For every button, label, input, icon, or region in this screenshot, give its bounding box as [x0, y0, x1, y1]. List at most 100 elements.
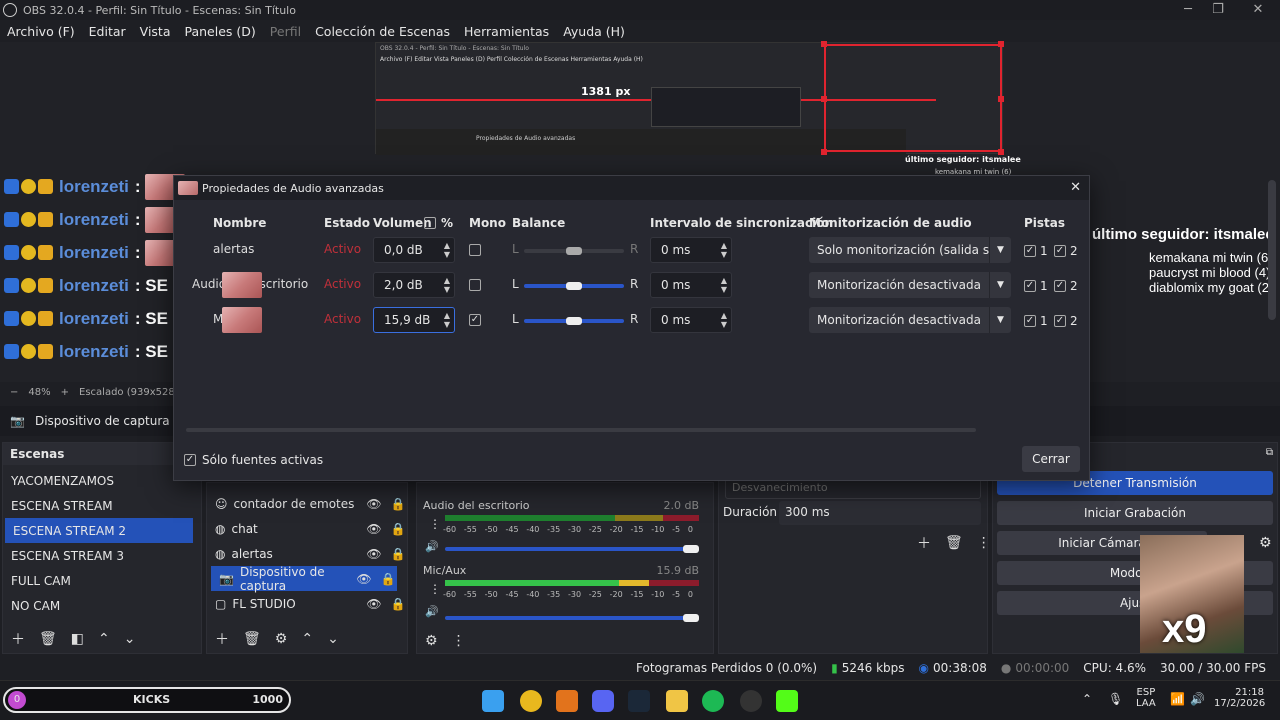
- volume-spinbox[interactable]: 2,0 dB ▲ ▼: [373, 272, 455, 298]
- mono-checkbox[interactable]: [469, 244, 481, 256]
- lock-icon[interactable]: 🔒: [389, 522, 407, 536]
- kebab-icon[interactable]: ⋮: [429, 582, 441, 596]
- eye-icon[interactable]: 👁: [365, 597, 383, 611]
- add-transition-icon[interactable]: ＋: [917, 533, 931, 553]
- discord-icon[interactable]: [592, 690, 614, 712]
- volume-slider[interactable]: [445, 545, 699, 553]
- selection-box[interactable]: [824, 44, 1002, 152]
- track2-checkbox[interactable]: ✓: [1054, 315, 1066, 327]
- scene-item[interactable]: NO CAM: [3, 593, 201, 618]
- menu-paneles[interactable]: Paneles (D): [178, 24, 263, 39]
- delete-transition-icon[interactable]: 🗑: [945, 535, 963, 551]
- only-active-option[interactable]: ✓ Sólo fuentes activas: [184, 453, 323, 467]
- menu-editar[interactable]: Editar: [82, 24, 133, 39]
- mono-checkbox[interactable]: [469, 279, 481, 291]
- only-active-checkbox[interactable]: ✓: [184, 454, 196, 466]
- volume-slider[interactable]: [445, 614, 699, 622]
- add-scene-icon[interactable]: ＋: [11, 629, 25, 649]
- kebab-icon[interactable]: ⋮: [429, 517, 441, 531]
- balance-slider[interactable]: [524, 317, 624, 325]
- monitoring-select[interactable]: Monitorización desactivada ▼: [809, 307, 1011, 333]
- source-item[interactable]: ▢ FL STUDIO 👁 🔒: [207, 591, 407, 616]
- move-down-icon[interactable]: ⌄: [124, 631, 136, 647]
- preview-scrollbar[interactable]: [1268, 180, 1276, 320]
- language-indicator[interactable]: ESP LAA: [1136, 687, 1156, 709]
- balance-knob[interactable]: [566, 282, 582, 290]
- wifi-icon[interactable]: 📶: [1170, 692, 1185, 706]
- kick-icon[interactable]: [776, 690, 798, 712]
- delete-scene-icon[interactable]: 🗑: [39, 631, 57, 647]
- scene-item[interactable]: YACOMENZAMOS: [3, 468, 201, 493]
- dialog-h-scrollbar[interactable]: [186, 428, 976, 432]
- audio-settings-icon[interactable]: ⚙: [425, 633, 438, 649]
- zoom-in-button[interactable]: +: [61, 387, 69, 398]
- speaker-icon[interactable]: 🔊: [425, 540, 439, 553]
- spotify-icon[interactable]: [702, 690, 724, 712]
- spin-arrows-icon[interactable]: ▲ ▼: [444, 241, 450, 259]
- scene-item-selected[interactable]: ESCENA STREAM 2: [5, 518, 193, 543]
- gear-icon[interactable]: ⚙: [1259, 535, 1272, 551]
- windows-start-icon[interactable]: [482, 690, 504, 712]
- maximize-icon[interactable]: ❐: [1210, 2, 1226, 18]
- spin-arrows-icon[interactable]: ▲ ▼: [721, 311, 727, 329]
- kebab-icon[interactable]: ⋮: [452, 633, 466, 649]
- source-item[interactable]: ☺ contador de emotes 👁 🔒: [207, 491, 407, 516]
- clock[interactable]: 21:18 17/2/2026: [1214, 687, 1265, 709]
- menu-archivo[interactable]: Archivo (F): [0, 24, 82, 39]
- sync-spinbox[interactable]: 0 ms ▲ ▼: [650, 237, 732, 263]
- track1-checkbox[interactable]: ✓: [1024, 280, 1036, 292]
- move-down-icon[interactable]: ⌄: [327, 631, 339, 647]
- mono-checkbox[interactable]: ✓: [469, 314, 481, 326]
- add-source-icon[interactable]: ＋: [215, 629, 229, 649]
- move-up-icon[interactable]: ⌃: [301, 631, 313, 647]
- eye-icon[interactable]: 👁: [365, 522, 383, 536]
- balance-knob[interactable]: [566, 247, 582, 255]
- lock-icon[interactable]: 🔒: [389, 497, 407, 511]
- gear-icon[interactable]: ⚙: [275, 631, 288, 647]
- source-item[interactable]: ◍ chat 👁 🔒: [207, 516, 407, 541]
- minimize-icon[interactable]: ─: [1180, 2, 1196, 18]
- source-item-selected[interactable]: 📷 Dispositivo de captura 👁 🔒: [211, 565, 397, 593]
- spin-arrows-icon[interactable]: ▲ ▼: [721, 241, 727, 259]
- track2-checkbox[interactable]: ✓: [1054, 245, 1066, 257]
- eye-icon[interactable]: 👁: [365, 497, 383, 511]
- percent-checkbox[interactable]: [424, 217, 436, 229]
- close-dialog-icon[interactable]: ✕: [1070, 180, 1081, 195]
- balance-knob[interactable]: [566, 317, 582, 325]
- volume-spinbox[interactable]: 0,0 dB ▲ ▼: [373, 237, 455, 263]
- track1-checkbox[interactable]: ✓: [1024, 245, 1036, 257]
- lock-icon[interactable]: 🔒: [389, 597, 407, 611]
- eye-icon[interactable]: 👁: [355, 572, 373, 586]
- start-recording-button[interactable]: Iniciar Grabación: [997, 501, 1273, 525]
- zoom-out-button[interactable]: −: [10, 387, 18, 398]
- scene-item[interactable]: ESCENA STREAM: [3, 493, 201, 518]
- monitoring-select[interactable]: Solo monitorización (salida silenci▼: [809, 237, 1011, 263]
- dock-float-icon[interactable]: ⧉: [1266, 447, 1273, 458]
- volume-spinbox[interactable]: 15,9 dB ▲ ▼: [373, 307, 455, 333]
- menu-vista[interactable]: Vista: [133, 24, 178, 39]
- chrome-icon[interactable]: [520, 690, 542, 712]
- menu-herramientas[interactable]: Herramientas: [457, 24, 556, 39]
- close-button[interactable]: Cerrar: [1022, 446, 1080, 472]
- obs-taskbar-icon[interactable]: [740, 690, 762, 712]
- source-item[interactable]: ◍ alertas 👁 🔒: [207, 541, 407, 566]
- track1-checkbox[interactable]: ✓: [1024, 315, 1036, 327]
- spin-arrows-icon[interactable]: ▲ ▼: [444, 311, 450, 329]
- filter-scene-icon[interactable]: ◧: [71, 631, 84, 647]
- spin-arrows-icon[interactable]: ▲ ▼: [444, 276, 450, 294]
- track2-checkbox[interactable]: ✓: [1054, 280, 1066, 292]
- scene-item[interactable]: ESCENA STREAM 3: [3, 543, 201, 568]
- tray-chevron-icon[interactable]: ⌃: [1082, 692, 1092, 706]
- duration-input[interactable]: 300 ms: [779, 501, 981, 525]
- file-explorer-icon[interactable]: [666, 690, 688, 712]
- speaker-icon[interactable]: 🔊: [425, 605, 439, 618]
- delete-source-icon[interactable]: 🗑: [243, 631, 261, 647]
- spin-arrows-icon[interactable]: ▲ ▼: [721, 276, 727, 294]
- eye-icon[interactable]: 👁: [365, 547, 383, 561]
- sync-spinbox[interactable]: 0 ms ▲ ▼: [650, 272, 732, 298]
- kebab-icon[interactable]: ⋮: [977, 535, 991, 551]
- lock-icon[interactable]: 🔒: [379, 572, 397, 586]
- scene-item[interactable]: FULL CAM: [3, 568, 201, 593]
- mic-icon[interactable]: 🎙: [1108, 692, 1123, 706]
- fl-studio-icon[interactable]: [556, 690, 578, 712]
